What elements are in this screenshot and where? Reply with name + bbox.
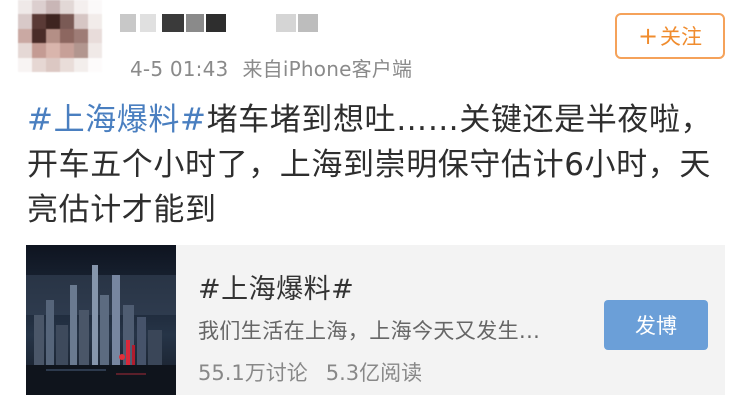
card-title: #上海爆料# bbox=[198, 274, 355, 305]
read-count: 5.3亿阅读 bbox=[325, 361, 423, 385]
post-text: #上海爆料#堵车堵到想吐……关键还是半夜啦，开车五个小时了，上海到崇明保守估计6… bbox=[27, 98, 727, 233]
topic-link[interactable]: #上海爆料# bbox=[27, 102, 207, 138]
follow-button[interactable]: + 关注 bbox=[615, 13, 725, 59]
follow-label: 关注 bbox=[660, 25, 703, 49]
post-source[interactable]: 来自iPhone客户端 bbox=[242, 57, 412, 81]
avatar[interactable] bbox=[18, 0, 102, 72]
card-description: 我们生活在上海，上海今天又发生... bbox=[198, 319, 541, 343]
discussion-count: 55.1万讨论 bbox=[198, 361, 308, 385]
post-timestamp: 4-5 01:43 bbox=[130, 57, 229, 81]
card-stats: 55.1万讨论 5.3亿阅读 bbox=[198, 357, 422, 387]
topic-card[interactable]: #上海爆料# 我们生活在上海，上海今天又发生... 55.1万讨论 5.3亿阅读 … bbox=[26, 245, 725, 395]
topic-thumbnail bbox=[26, 245, 176, 395]
weibo-post: 4-5 01:43 来自iPhone客户端 + 关注 #上海爆料#堵车堵到想吐……… bbox=[0, 0, 750, 402]
post-button[interactable]: 发博 bbox=[604, 300, 708, 350]
plus-icon: + bbox=[637, 22, 659, 50]
post-meta: 4-5 01:43 来自iPhone客户端 bbox=[130, 53, 412, 82]
username-pixelated[interactable] bbox=[120, 14, 320, 32]
